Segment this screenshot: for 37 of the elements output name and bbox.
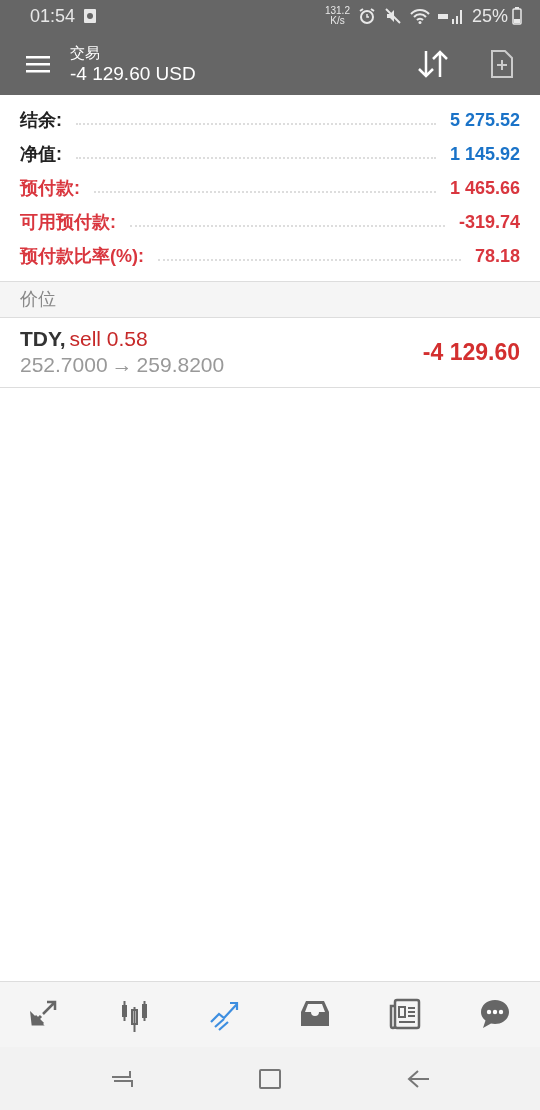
back-icon[interactable] [406,1067,430,1090]
summary-value: 1 465.66 [449,176,520,200]
summary-label: 结余: [20,108,62,132]
position-symbol: TDY, [20,326,66,352]
signal-icon [437,8,464,24]
summary-value: 1 145.92 [449,142,520,166]
arrow: → [111,352,133,379]
recent-apps-icon[interactable] [110,1068,134,1089]
position-row[interactable]: TDY, sell 0.58 252.7000 → 259.8200 -4 129.60 [0,318,540,388]
battery-icon [512,7,522,25]
summary-value: 78.18 [474,244,520,268]
section-header: 价位 [0,281,540,318]
open-price: 252.7000 [20,352,108,379]
wifi-icon [409,8,430,24]
balance-subtitle: -4 129.60 USD [70,64,196,86]
summary-label: 预付款比率(%): [20,244,144,268]
clock: 01:54 [30,4,76,28]
summary-label: 可用预付款: [20,210,116,234]
newspaper-icon [389,997,421,1032]
add-document-icon [490,48,514,79]
mute-icon [383,7,402,25]
menu-icon [26,55,50,74]
position-profit: -4 129.60 [422,338,520,367]
home-icon[interactable] [258,1067,282,1090]
notification-icon [83,8,98,24]
summary-value: 5 275.52 [449,108,520,132]
network-speed: 131.2 [324,6,350,16]
screen-title: 交易 [70,42,101,63]
summary-value: -319.74 [458,210,520,234]
speed-unit: K/s [330,16,345,26]
alarm-icon [357,7,376,25]
position-side: sell 0.58 [69,326,148,352]
summary-label: 预付款: [20,176,80,200]
current-price: 259.8200 [136,352,225,379]
summary-label: 净值: [20,142,62,166]
sort-icon [416,48,450,79]
battery-percent: 25% [471,4,508,28]
